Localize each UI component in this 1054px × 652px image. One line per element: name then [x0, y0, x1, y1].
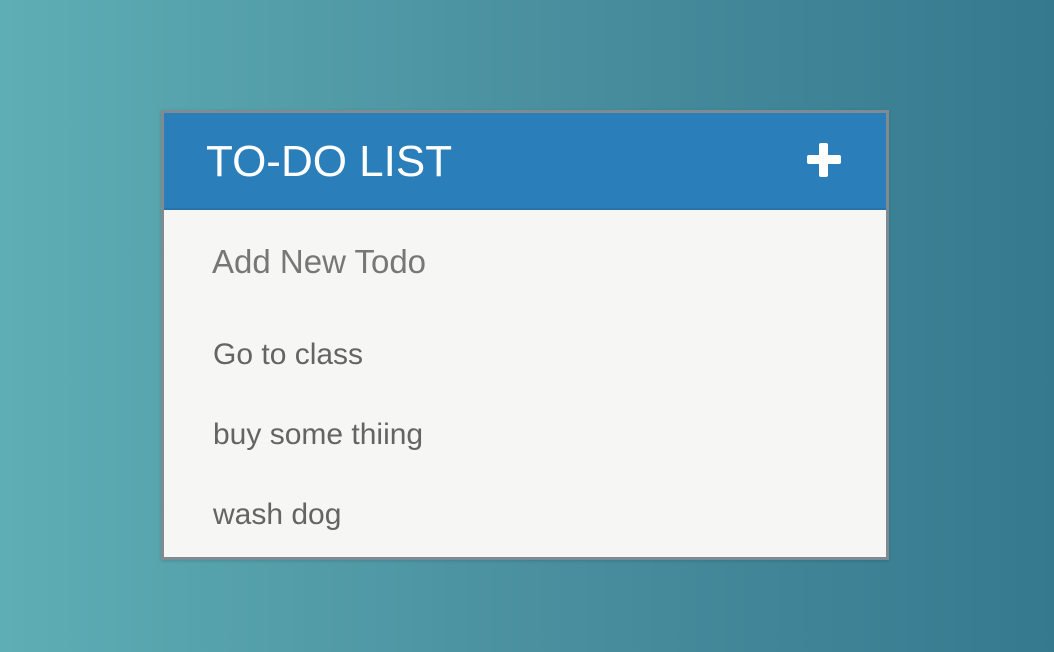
list-item[interactable]: wash dog: [164, 476, 886, 556]
list-item[interactable]: buy some thiing: [164, 396, 886, 476]
todo-item-text: wash dog: [213, 498, 342, 531]
todo-item-text: Go to class: [213, 338, 364, 371]
add-todo-button[interactable]: [804, 140, 844, 180]
todo-header: TO-DO LIST: [164, 113, 886, 210]
todo-item-text: buy some thiing: [213, 418, 424, 451]
todo-list: Go to class buy some thiing wash dog: [164, 316, 886, 556]
page-title: TO-DO LIST: [206, 137, 453, 186]
new-todo-input[interactable]: [184, 237, 872, 287]
list-item[interactable]: Go to class: [164, 316, 886, 396]
todo-card: TO-DO LIST Go to class buy some thiing w…: [161, 110, 889, 560]
